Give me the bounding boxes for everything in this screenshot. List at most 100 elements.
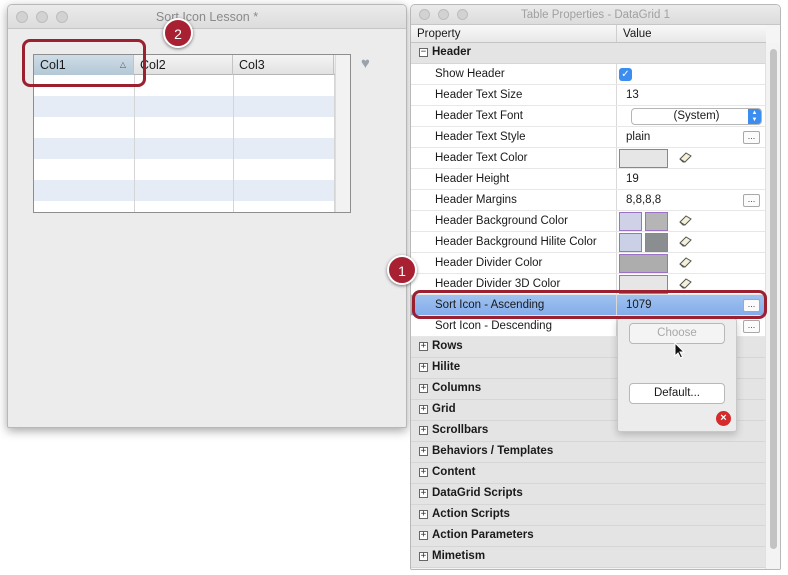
property-label: Sort Icon - Descending: [435, 320, 552, 332]
highlight-col1-header: [22, 39, 146, 87]
eraser-icon[interactable]: [678, 235, 692, 247]
property-label: Header Margins: [435, 194, 517, 206]
highlight-sort-icon-ascending: [412, 290, 767, 319]
sort-icon-popup-menu: Choose Default... ×: [617, 318, 737, 432]
header-text-color-swatch[interactable]: [619, 149, 668, 168]
clear-icon[interactable]: ×: [716, 411, 731, 426]
window-title: Sort Icon Lesson *: [155, 10, 259, 24]
expand-icon[interactable]: +: [419, 363, 428, 372]
heart-icon: ♥: [361, 55, 370, 72]
value-column-header[interactable]: Value: [617, 25, 766, 42]
group-content[interactable]: + Content: [411, 463, 766, 484]
property-row-header-margins[interactable]: Header Margins 8,8,8,8 ...: [411, 190, 766, 211]
expand-icon[interactable]: +: [419, 531, 428, 540]
title-bar: Table Properties - DataGrid 1: [411, 5, 780, 25]
header-text-size-field[interactable]: 13: [626, 89, 639, 101]
property-label: Header Background Color: [435, 215, 568, 227]
choose-button[interactable]: Choose: [629, 323, 725, 344]
eraser-icon[interactable]: [678, 151, 692, 163]
grid-row[interactable]: [34, 138, 350, 159]
datagrid-body: [34, 75, 350, 212]
header-margins-value: 8,8,8,8: [626, 194, 662, 206]
group-label: Hilite: [432, 361, 461, 373]
property-row-header-divider-color[interactable]: Header Divider Color: [411, 253, 766, 274]
divider: [616, 127, 617, 147]
expand-icon[interactable]: +: [419, 468, 428, 477]
table-properties-window: Table Properties - DataGrid 1 Property V…: [410, 4, 781, 570]
property-label: Header Height: [435, 173, 510, 185]
property-row-header-background-color[interactable]: Header Background Color: [411, 211, 766, 232]
property-row-header-text-style[interactable]: Header Text Style plain ...: [411, 127, 766, 148]
header-text-font-select[interactable]: (System) ▲ ▼: [631, 108, 762, 125]
divider: [616, 190, 617, 210]
collapse-icon[interactable]: −: [419, 48, 428, 57]
property-row-header-height[interactable]: Header Height 19: [411, 169, 766, 190]
group-label: Grid: [432, 403, 456, 415]
group-label: DataGrid Scripts: [432, 487, 523, 499]
property-label: Show Header: [435, 68, 505, 80]
grid-row[interactable]: [34, 117, 350, 138]
grid-row[interactable]: [34, 159, 350, 180]
group-label: Header: [432, 46, 471, 58]
divider: [616, 253, 617, 273]
scrollbar-thumb[interactable]: [770, 49, 777, 549]
group-label: Columns: [432, 382, 482, 394]
property-label: Header Divider 3D Color: [435, 278, 561, 290]
header-height-field[interactable]: 19: [626, 173, 639, 185]
header-hilite-color-swatch-2[interactable]: [645, 233, 668, 252]
header-margins-edit-button[interactable]: ...: [743, 194, 760, 207]
group-label: Action Scripts: [432, 508, 510, 520]
expand-icon[interactable]: +: [419, 552, 428, 561]
group-datagrid-scripts[interactable]: + DataGrid Scripts: [411, 484, 766, 505]
header-text-style-edit-button[interactable]: ...: [743, 131, 760, 144]
property-row-header-text-font[interactable]: Header Text Font (System) ▲ ▼: [411, 106, 766, 127]
group-label: Scrollbars: [432, 424, 489, 436]
column-header-label: Col3: [239, 58, 265, 72]
column-header-col2[interactable]: Col2: [134, 55, 233, 75]
header-background-color-swatch[interactable]: [619, 212, 642, 231]
datagrid-scrollbar[interactable]: [335, 55, 350, 212]
group-action-parameters[interactable]: + Action Parameters: [411, 526, 766, 547]
eraser-icon[interactable]: [678, 214, 692, 226]
divider: [616, 85, 617, 105]
group-label: Action Parameters: [432, 529, 534, 541]
header-hilite-color-swatch[interactable]: [619, 233, 642, 252]
expand-icon[interactable]: +: [419, 405, 428, 414]
header-background-color-swatch-2[interactable]: [645, 212, 668, 231]
column-header-col3[interactable]: Col3: [233, 55, 334, 75]
expand-icon[interactable]: +: [419, 342, 428, 351]
divider: [616, 64, 617, 84]
expand-icon[interactable]: +: [419, 510, 428, 519]
property-list-header: Property Value: [411, 25, 766, 43]
sort-icon-descending-edit-button[interactable]: ...: [743, 320, 760, 333]
expand-icon[interactable]: +: [419, 426, 428, 435]
divider: [616, 106, 617, 126]
divider: [616, 148, 617, 168]
property-row-header-text-color[interactable]: Header Text Color: [411, 148, 766, 169]
grid-row[interactable]: [34, 180, 350, 201]
eraser-icon[interactable]: [678, 256, 692, 268]
expand-icon[interactable]: +: [419, 489, 428, 498]
group-action-scripts[interactable]: + Action Scripts: [411, 505, 766, 526]
header-divider-color-swatch[interactable]: [619, 254, 668, 273]
property-row-header-text-size[interactable]: Header Text Size 13: [411, 85, 766, 106]
expand-icon[interactable]: +: [419, 384, 428, 393]
group-label: Behaviors / Templates: [432, 445, 554, 457]
property-column-header[interactable]: Property: [411, 25, 617, 42]
property-label: Header Text Style: [435, 131, 526, 143]
divider: [616, 211, 617, 231]
property-row-show-header[interactable]: Show Header ✓: [411, 64, 766, 85]
group-behaviors-templates[interactable]: + Behaviors / Templates: [411, 442, 766, 463]
group-mimetism[interactable]: + Mimetism: [411, 547, 766, 568]
expand-icon[interactable]: +: [419, 447, 428, 456]
default-button[interactable]: Default...: [629, 383, 725, 404]
group-header[interactable]: − Header: [411, 43, 766, 64]
mouse-cursor-icon: [674, 342, 686, 359]
column-divider: [134, 75, 135, 212]
show-header-checkbox[interactable]: ✓: [619, 68, 632, 81]
grid-row[interactable]: [34, 96, 350, 117]
property-row-header-background-hilite-color[interactable]: Header Background Hilite Color: [411, 232, 766, 253]
property-list-scrollbar[interactable]: [765, 43, 780, 569]
eraser-icon[interactable]: [678, 277, 692, 289]
group-label: Rows: [432, 340, 463, 352]
